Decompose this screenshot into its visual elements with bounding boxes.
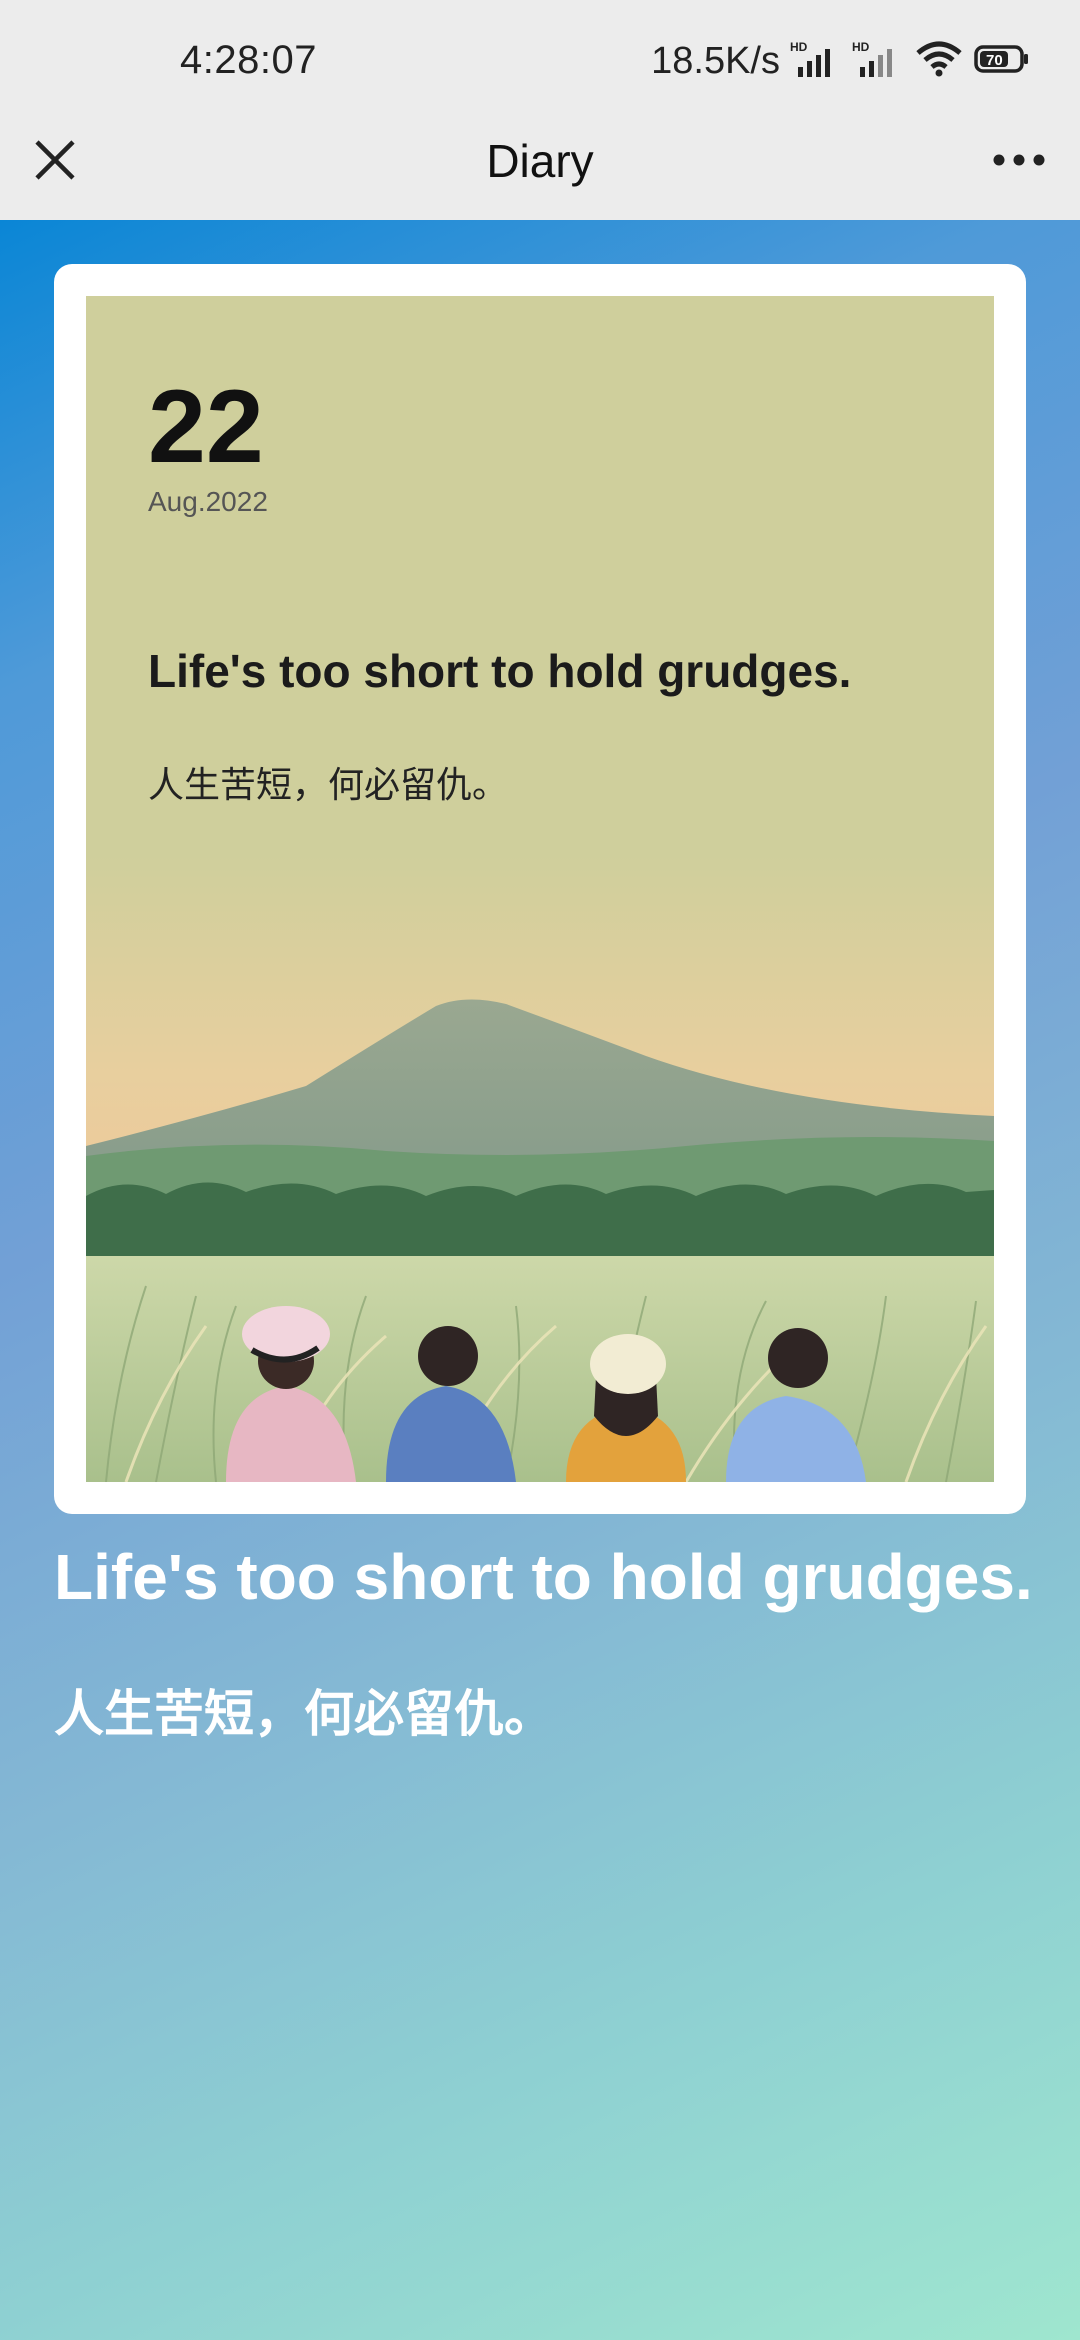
battery-level: 70 bbox=[986, 52, 1003, 69]
nav-bar: Diary bbox=[0, 122, 1080, 220]
svg-text:HD: HD bbox=[790, 40, 808, 54]
card-day: 22 bbox=[148, 369, 264, 485]
signal-hd-icon: HD bbox=[852, 39, 904, 84]
card-quote-chinese: 人生苦短，何必留仇。 bbox=[148, 764, 509, 805]
page-title: Diary bbox=[486, 135, 594, 187]
more-button[interactable] bbox=[984, 132, 1054, 192]
status-icons: 18.5K/s HD HD 70 bbox=[651, 36, 1030, 86]
card-quote-english: Life's too short to hold grudges. bbox=[148, 645, 852, 697]
caption-english: Life's too short to hold grudges. bbox=[54, 1541, 1033, 1613]
caption-chinese: 人生苦短，何必留仇。 bbox=[54, 1686, 554, 1742]
battery-icon: 70 bbox=[974, 39, 1030, 84]
more-icon bbox=[991, 152, 1047, 173]
diary-card[interactable]: 22 Aug.2022 Life's too short to hold gru… bbox=[54, 264, 1026, 1514]
svg-text:HD: HD bbox=[852, 40, 870, 54]
diary-content: 22 Aug.2022 Life's too short to hold gru… bbox=[0, 220, 1080, 2340]
network-speed: 18.5K/s bbox=[651, 39, 780, 82]
status-bar: 4:28:07 18.5K/s HD HD 70 bbox=[0, 0, 1080, 122]
signal-hd-icon: HD bbox=[790, 39, 842, 84]
card-inner: 22 Aug.2022 Life's too short to hold gru… bbox=[86, 296, 994, 1482]
card-month: Aug.2022 bbox=[148, 486, 268, 517]
landscape-illustration bbox=[86, 856, 994, 1482]
wifi-icon bbox=[914, 39, 964, 84]
status-time: 4:28:07 bbox=[180, 38, 317, 82]
